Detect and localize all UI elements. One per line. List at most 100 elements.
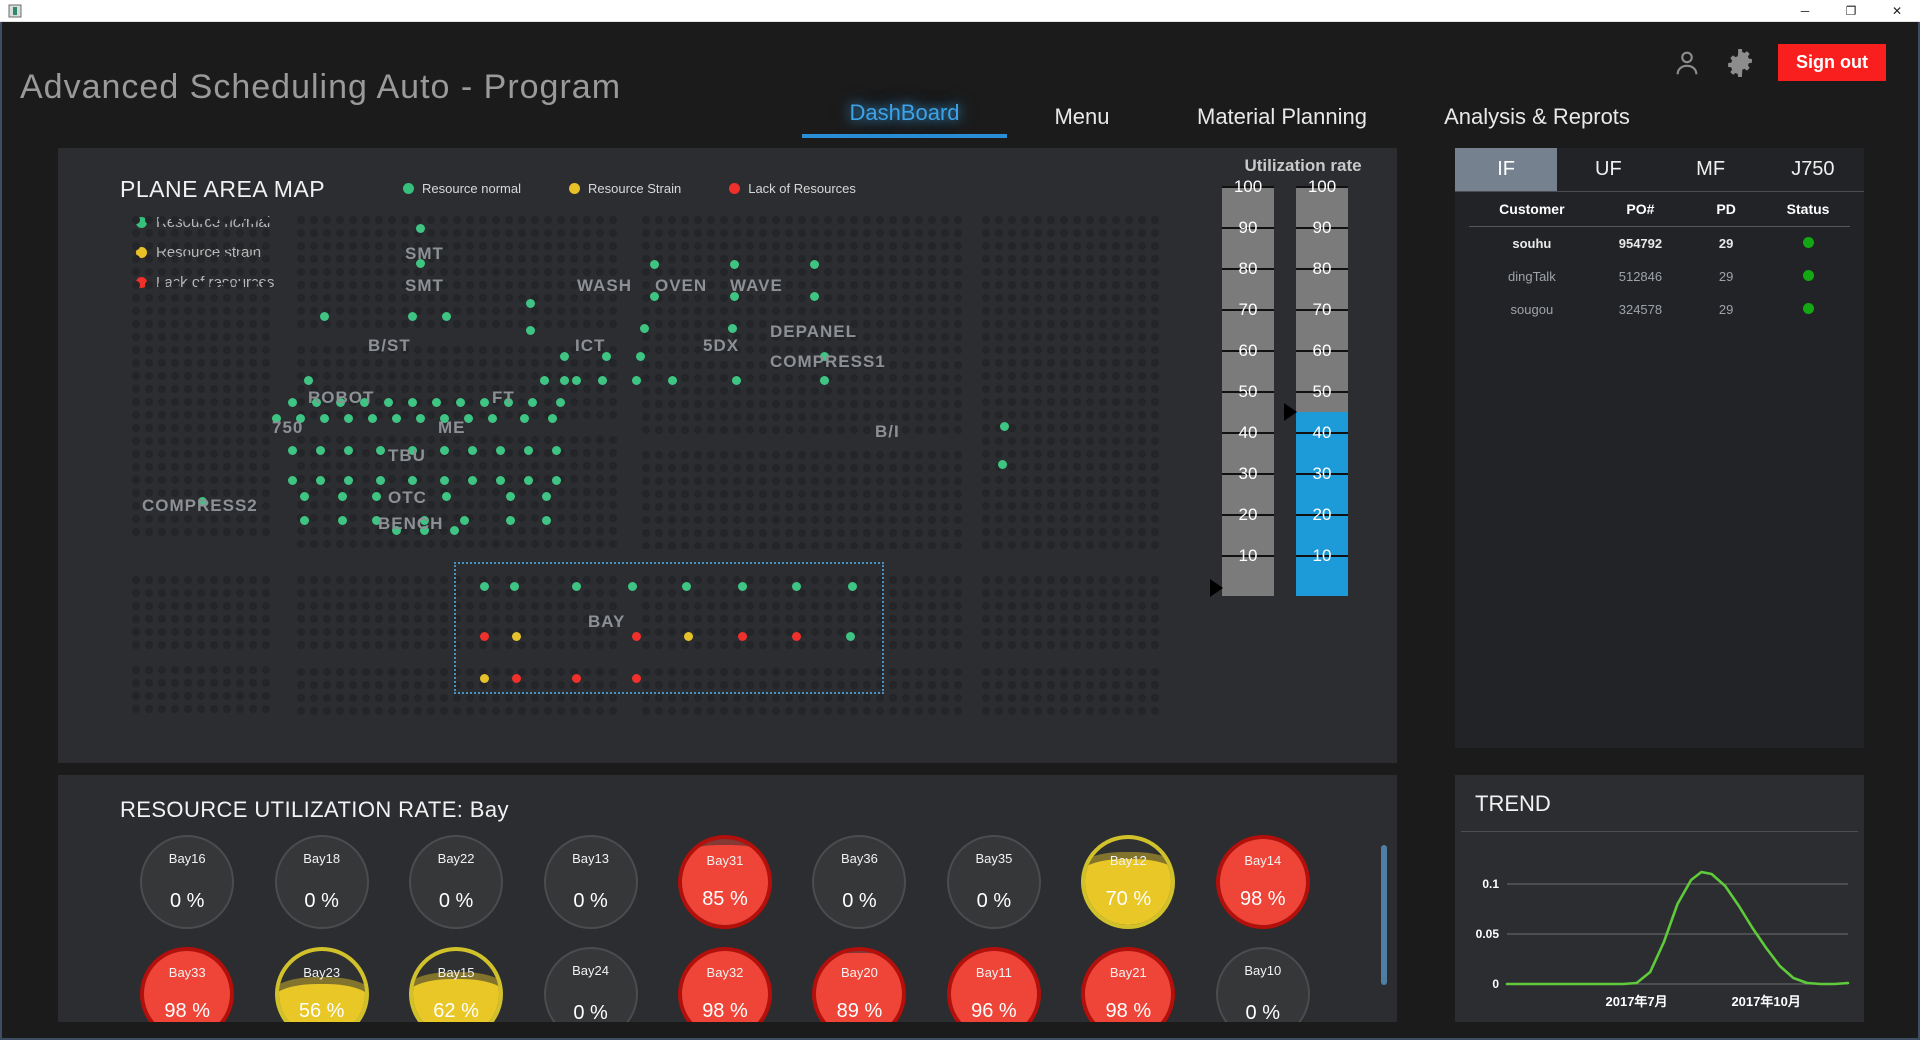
map-resource-node[interactable] bbox=[480, 582, 489, 591]
map-resource-node[interactable] bbox=[504, 398, 513, 407]
map-resource-node[interactable] bbox=[288, 446, 297, 455]
map-resource-node[interactable] bbox=[512, 632, 521, 641]
map-resource-node[interactable] bbox=[628, 582, 637, 591]
table-row[interactable]: dingTalk 512846 29 bbox=[1469, 260, 1850, 293]
map-resource-node[interactable] bbox=[556, 398, 565, 407]
map-resource-node[interactable] bbox=[456, 398, 465, 407]
map-resource-node[interactable] bbox=[1000, 422, 1009, 431]
map-resource-node[interactable] bbox=[526, 326, 535, 335]
map-resource-node[interactable] bbox=[304, 376, 313, 385]
map-resource-node[interactable] bbox=[480, 398, 489, 407]
map-resource-node[interactable] bbox=[528, 398, 537, 407]
map-resource-node[interactable] bbox=[468, 446, 477, 455]
map-resource-node[interactable] bbox=[320, 312, 329, 321]
map-resource-node[interactable] bbox=[506, 492, 515, 501]
map-resource-node[interactable] bbox=[488, 414, 497, 423]
map-resource-node[interactable] bbox=[440, 446, 449, 455]
map-resource-node[interactable] bbox=[440, 414, 449, 423]
map-resource-node[interactable] bbox=[598, 376, 607, 385]
map-resource-node[interactable] bbox=[572, 376, 581, 385]
map-resource-node[interactable] bbox=[602, 352, 611, 361]
map-resource-node[interactable] bbox=[636, 352, 645, 361]
map-resource-node[interactable] bbox=[682, 582, 691, 591]
map-resource-node[interactable] bbox=[512, 674, 521, 683]
map-resource-node[interactable] bbox=[572, 582, 581, 591]
table-row[interactable]: sougou 324578 29 bbox=[1469, 293, 1850, 326]
map-resource-node[interactable] bbox=[524, 446, 533, 455]
map-resource-node[interactable] bbox=[450, 526, 459, 535]
map-resource-node[interactable] bbox=[288, 476, 297, 485]
map-resource-node[interactable] bbox=[320, 414, 329, 423]
map-resource-node[interactable] bbox=[640, 324, 649, 333]
map-resource-node[interactable] bbox=[312, 398, 321, 407]
map-resource-node[interactable] bbox=[368, 414, 377, 423]
map-resource-node[interactable] bbox=[420, 516, 429, 525]
gear-icon[interactable] bbox=[1724, 47, 1756, 79]
map-resource-node[interactable] bbox=[416, 414, 425, 423]
map-resource-node[interactable] bbox=[792, 632, 801, 641]
map-resource-node[interactable] bbox=[738, 582, 747, 591]
map-resource-node[interactable] bbox=[820, 352, 829, 361]
map-resource-node[interactable] bbox=[416, 224, 425, 233]
map-resource-node[interactable] bbox=[684, 632, 693, 641]
map-resource-node[interactable] bbox=[300, 516, 309, 525]
map-resource-node[interactable] bbox=[442, 492, 451, 501]
map-resource-node[interactable] bbox=[372, 492, 381, 501]
resource-gauge[interactable]: Bay10 0 % bbox=[1215, 947, 1310, 1022]
map-resource-node[interactable] bbox=[848, 582, 857, 591]
tab-if[interactable]: IF bbox=[1455, 148, 1558, 191]
map-resource-node[interactable] bbox=[732, 376, 741, 385]
map-resource-node[interactable] bbox=[408, 476, 417, 485]
resource-gauge[interactable]: Bay22 0 % bbox=[409, 835, 504, 929]
map-resource-node[interactable] bbox=[336, 398, 345, 407]
map-resource-node[interactable] bbox=[846, 632, 855, 641]
map-resource-node[interactable] bbox=[540, 376, 549, 385]
map-resource-node[interactable] bbox=[464, 414, 473, 423]
map-resource-node[interactable] bbox=[496, 476, 505, 485]
map-resource-node[interactable] bbox=[560, 376, 569, 385]
map-resource-node[interactable] bbox=[408, 398, 417, 407]
map-resource-node[interactable] bbox=[420, 526, 429, 535]
map-resource-node[interactable] bbox=[998, 460, 1007, 469]
map-resource-node[interactable] bbox=[526, 299, 535, 308]
map-resource-node[interactable] bbox=[632, 632, 641, 641]
map-resource-node[interactable] bbox=[316, 476, 325, 485]
resource-gauge[interactable]: Bay23 56 % bbox=[274, 947, 369, 1022]
map-resource-node[interactable] bbox=[198, 497, 207, 506]
map-resource-node[interactable] bbox=[392, 414, 401, 423]
map-resource-node[interactable] bbox=[520, 414, 529, 423]
map-resource-node[interactable] bbox=[338, 492, 347, 501]
tab-mf[interactable]: MF bbox=[1660, 148, 1762, 191]
resource-panel-scrollbar[interactable] bbox=[1381, 845, 1387, 985]
map-resource-node[interactable] bbox=[542, 516, 551, 525]
resource-gauge[interactable]: Bay31 85 % bbox=[677, 835, 772, 929]
map-resource-node[interactable] bbox=[440, 476, 449, 485]
map-resource-node[interactable] bbox=[344, 446, 353, 455]
map-resource-node[interactable] bbox=[810, 260, 819, 269]
map-resource-node[interactable] bbox=[272, 414, 281, 423]
resource-gauge[interactable]: Bay11 96 % bbox=[946, 947, 1041, 1022]
resource-gauge[interactable]: Bay20 89 % bbox=[812, 947, 907, 1022]
map-resource-node[interactable] bbox=[384, 398, 393, 407]
resource-gauge[interactable]: Bay33 98 % bbox=[140, 947, 235, 1022]
map-resource-node[interactable] bbox=[632, 674, 641, 683]
map-resource-node[interactable] bbox=[668, 376, 677, 385]
map-resource-node[interactable] bbox=[432, 398, 441, 407]
map-resource-node[interactable] bbox=[552, 476, 561, 485]
map-resource-node[interactable] bbox=[468, 476, 477, 485]
map-resource-node[interactable] bbox=[506, 516, 515, 525]
map-resource-node[interactable] bbox=[360, 398, 369, 407]
utilization-bar-bar-left[interactable]: 100 90 80 70 60 50 40 30 20 10 bbox=[1210, 178, 1274, 597]
map-resource-node[interactable] bbox=[728, 324, 737, 333]
minimize-button[interactable]: ─ bbox=[1782, 0, 1828, 22]
map-resource-node[interactable] bbox=[288, 398, 297, 407]
tab-j750[interactable]: J750 bbox=[1762, 148, 1864, 191]
map-resource-node[interactable] bbox=[730, 292, 739, 301]
resource-gauge[interactable]: Bay18 0 % bbox=[274, 835, 369, 929]
utilization-bar-bar-right[interactable]: 100 90 80 70 60 50 40 30 20 10 bbox=[1284, 178, 1348, 596]
map-resource-node[interactable] bbox=[344, 414, 353, 423]
map-resource-node[interactable] bbox=[316, 446, 325, 455]
map-resource-node[interactable] bbox=[296, 414, 305, 423]
utilization-bars[interactable]: 100 90 80 70 60 50 40 30 20 10 100 90 80 70 60 50 40 30 20… bbox=[1210, 178, 1348, 597]
map-resource-node[interactable] bbox=[510, 582, 519, 591]
